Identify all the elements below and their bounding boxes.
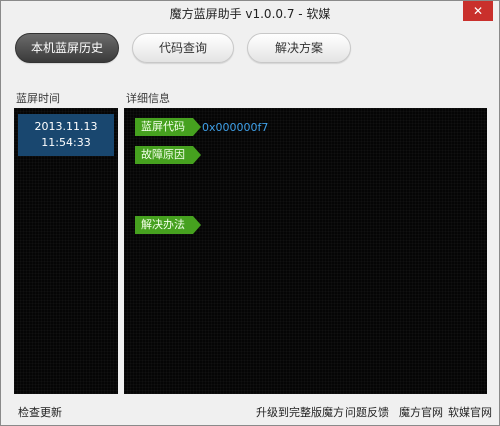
list-item[interactable]: 2013.11.13 11:54:33 [18, 114, 114, 156]
details-header: 详细信息 [126, 92, 170, 105]
ruanmei-site-link[interactable]: 软媒官网 [448, 404, 492, 420]
close-button[interactable]: ✕ [463, 1, 493, 21]
bsod-time-header: 蓝屏时间 [16, 92, 60, 105]
tab-solutions[interactable]: 解决方案 [247, 33, 351, 63]
app-window: 魔方蓝屏助手 v1.0.0.7 - 软媒 ✕ 本机蓝屏历史 代码查询 解决方案 … [0, 0, 500, 426]
tab-code-lookup[interactable]: 代码查询 [132, 33, 234, 63]
cause-label: 故障原因 [141, 148, 185, 161]
bsod-history-list[interactable]: 2013.11.13 11:54:33 [14, 108, 118, 394]
tab-label: 代码查询 [158, 41, 207, 55]
upgrade-link[interactable]: 升级到完整版魔方 [256, 404, 344, 420]
mofang-site-link[interactable]: 魔方官网 [399, 404, 443, 420]
check-update-link[interactable]: 检查更新 [18, 404, 62, 420]
solution-tag: 解决办法 [135, 216, 201, 234]
solution-label: 解决办法 [141, 218, 185, 231]
bsod-code-value: 0x000000f7 [202, 121, 269, 134]
feedback-link[interactable]: 问题反馈 [345, 404, 389, 420]
bsod-code-tag: 蓝屏代码 [135, 118, 201, 136]
title-bar: 魔方蓝屏助手 v1.0.0.7 - 软媒 [1, 1, 499, 27]
window-title: 魔方蓝屏助手 v1.0.0.7 - 软媒 [169, 7, 331, 21]
tab-label: 本机蓝屏历史 [30, 41, 103, 55]
cause-tag: 故障原因 [135, 146, 201, 164]
close-icon: ✕ [472, 4, 484, 18]
bsod-code-label: 蓝屏代码 [141, 120, 185, 133]
tab-label: 解决方案 [274, 41, 323, 55]
history-date: 2013.11.13 [34, 120, 98, 133]
history-time: 11:54:33 [41, 136, 91, 149]
tab-local-bsod-history[interactable]: 本机蓝屏历史 [15, 33, 119, 63]
